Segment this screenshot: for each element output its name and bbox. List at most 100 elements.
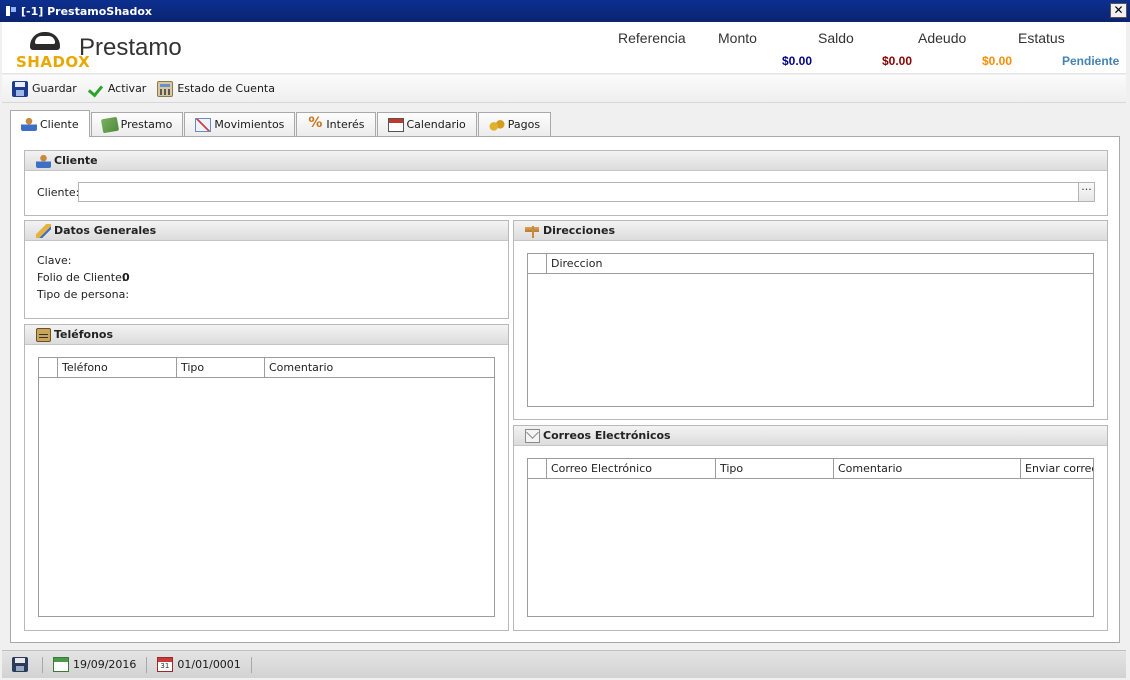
tab-interes[interactable]: Interés	[296, 112, 376, 136]
chart-icon	[195, 117, 212, 132]
summary-label-adeudo: Adeudo	[918, 30, 967, 46]
tab-prestamo-label: Prestamo	[120, 118, 173, 131]
phone-book-icon	[36, 327, 51, 342]
calendar-icon	[53, 657, 69, 672]
signpost-icon	[525, 223, 540, 238]
grid-col-correo[interactable]: Correo Electrónico	[547, 459, 716, 478]
tab-movimientos-label: Movimientos	[214, 118, 285, 131]
datos-generales-group: Datos Generales Clave: Folio de Cliente:…	[24, 220, 509, 319]
activate-button-label: Activar	[107, 82, 147, 95]
window-title: [-1] PrestamoShadox	[21, 4, 153, 18]
correos-grid-header: Correo Electrónico Tipo Comentario Envia…	[528, 459, 1093, 479]
summary-value-saldo: $0.00	[882, 54, 913, 68]
tab-cliente-label: Cliente	[40, 117, 79, 131]
calculator-icon	[157, 80, 174, 97]
datos-generales-header: Datos Generales	[25, 221, 508, 241]
account-statement-button[interactable]: Estado de Cuenta	[157, 80, 275, 97]
tab-movimientos[interactable]: Movimientos	[184, 112, 296, 136]
calendar-icon	[157, 657, 174, 672]
direcciones-grid[interactable]: Direccion	[527, 253, 1094, 407]
logo-shape-icon	[30, 32, 60, 50]
tab-content-panel: Cliente Cliente: ··· Datos Generales Cla…	[10, 136, 1120, 643]
header: SHADOX Prestamo Referencia Monto $0.00 S…	[2, 22, 1126, 74]
grid-col-comentario[interactable]: Comentario	[265, 358, 494, 377]
telefonos-grid[interactable]: Teléfono Tipo Comentario	[38, 357, 495, 617]
folio-cliente-value: 0	[122, 271, 130, 284]
telefonos-group: Teléfonos Teléfono Tipo Comentario	[24, 324, 509, 631]
grid-col-enviar-correo[interactable]: Enviar correo	[1021, 459, 1093, 478]
floppy-disk-icon	[12, 657, 28, 672]
tab-strip: Cliente Prestamo Movimientos Interés Cal…	[10, 110, 552, 137]
tab-pagos-label: Pagos	[507, 118, 541, 131]
correos-group: Correos Electrónicos Correo Electrónico …	[513, 425, 1108, 631]
envelope-icon	[525, 428, 540, 443]
tab-calendario-label: Calendario	[406, 118, 466, 131]
clave-label: Clave:	[37, 254, 72, 267]
folio-cliente-label: Folio de Cliente:	[37, 271, 126, 284]
direcciones-group: Direcciones Direccion	[513, 220, 1108, 420]
app-window-icon	[5, 5, 17, 17]
telefonos-header: Teléfonos	[25, 325, 508, 345]
save-button[interactable]: Guardar	[12, 80, 77, 97]
tab-calendario[interactable]: Calendario	[376, 112, 477, 136]
datos-generales-title: Datos Generales	[54, 224, 157, 237]
pencil-edit-icon	[36, 223, 51, 238]
telefonos-title: Teléfonos	[54, 328, 114, 341]
cliente-lookup-button[interactable]: ···	[1078, 183, 1094, 201]
grid-col-tipo[interactable]: Tipo	[716, 459, 834, 478]
cliente-group-title: Cliente	[54, 154, 98, 167]
toolbar: Guardar Activar Estado de Cuenta	[2, 75, 1126, 103]
money-icon	[100, 116, 119, 133]
direcciones-header: Direcciones	[514, 221, 1107, 241]
percent-icon	[307, 115, 323, 132]
save-button-label: Guardar	[32, 82, 77, 95]
grid-col-tipo[interactable]: Tipo	[177, 358, 265, 377]
grid-col-direccion[interactable]: Direccion	[547, 254, 1093, 273]
tab-cliente[interactable]: Cliente	[10, 110, 90, 137]
close-icon[interactable]: ✕	[1110, 3, 1127, 18]
checkmark-icon	[88, 81, 104, 97]
status-date-current-value: 19/09/2016	[73, 658, 137, 671]
grid-col-telefono[interactable]: Teléfono	[58, 358, 177, 377]
cliente-input[interactable]: ···	[78, 182, 1095, 202]
cliente-group-header: Cliente	[25, 151, 1107, 171]
status-bar: 19/09/2016 01/01/0001	[2, 650, 1126, 678]
user-card-icon	[36, 153, 51, 168]
summary-label-monto: Monto	[718, 30, 757, 46]
activate-button[interactable]: Activar	[88, 81, 147, 97]
status-date-secondary-value: 01/01/0001	[177, 658, 241, 671]
status-date-current: 19/09/2016	[43, 656, 148, 673]
grid-col-comentario[interactable]: Comentario	[834, 459, 1021, 478]
correos-header: Correos Electrónicos	[514, 426, 1107, 446]
status-save-button[interactable]	[2, 656, 43, 673]
tab-pagos[interactable]: Pagos	[477, 112, 552, 136]
grid-row-indicator-header	[39, 358, 58, 377]
correos-grid[interactable]: Correo Electrónico Tipo Comentario Envia…	[527, 458, 1094, 617]
calendar-icon	[387, 117, 404, 132]
telefonos-grid-header: Teléfono Tipo Comentario	[39, 358, 494, 378]
direcciones-grid-header: Direccion	[528, 254, 1093, 274]
direcciones-title: Direcciones	[543, 224, 615, 237]
tab-interes-label: Interés	[326, 118, 365, 131]
grid-row-indicator-header	[528, 459, 547, 478]
status-date-secondary: 01/01/0001	[147, 656, 252, 673]
correos-title: Correos Electrónicos	[543, 429, 671, 442]
cliente-group: Cliente Cliente: ···	[24, 150, 1108, 216]
summary-label-saldo: Saldo	[818, 30, 854, 46]
floppy-disk-icon	[12, 80, 28, 97]
grid-row-indicator-header	[528, 254, 547, 273]
window-titlebar: [-1] PrestamoShadox ✕	[0, 0, 1130, 22]
page-title: Prestamo	[79, 34, 182, 61]
summary-label-referencia: Referencia	[618, 30, 686, 46]
summary-value-adeudo: $0.00	[982, 54, 1013, 68]
account-statement-label: Estado de Cuenta	[177, 82, 275, 95]
coins-icon	[488, 117, 505, 132]
shadox-logo: SHADOX	[16, 30, 90, 71]
cliente-field-label: Cliente:	[37, 186, 80, 199]
user-card-icon	[21, 117, 37, 131]
tab-prestamo[interactable]: Prestamo	[90, 112, 184, 136]
tipo-persona-label: Tipo de persona:	[37, 288, 130, 301]
summary-value-estatus: Pendiente	[1062, 54, 1120, 68]
summary-label-estatus: Estatus	[1018, 30, 1065, 46]
summary-value-monto: $0.00	[782, 54, 813, 68]
